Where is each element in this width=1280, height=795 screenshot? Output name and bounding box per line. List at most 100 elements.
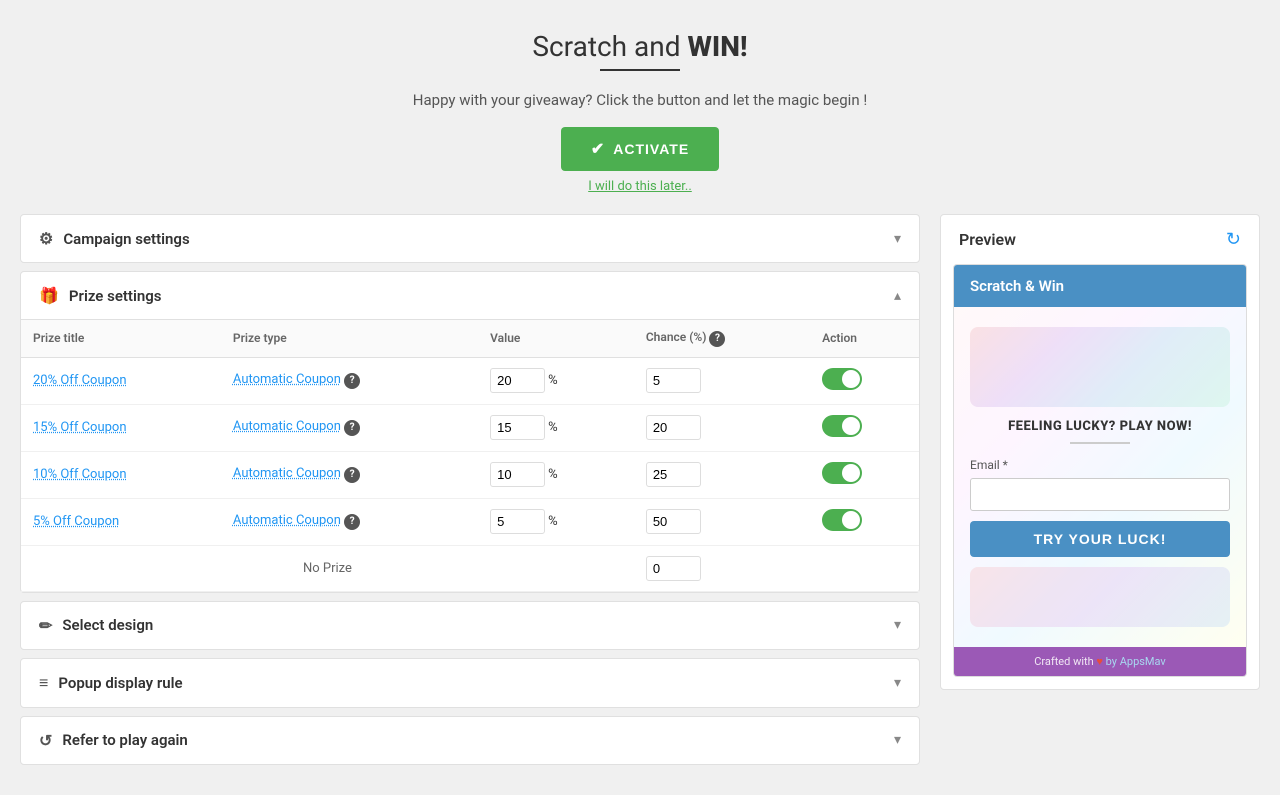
prize-value-input[interactable] bbox=[490, 368, 545, 393]
prize-title-cell: 5% Off Coupon bbox=[21, 498, 221, 545]
prize-type-cell: Automatic Coupon ? bbox=[221, 357, 478, 404]
prize-chance-input[interactable] bbox=[646, 415, 701, 440]
widget-feeling-text: FEELING LUCKY? PLAY NOW! bbox=[970, 419, 1230, 434]
campaign-settings-header[interactable]: ⚙ Campaign settings ▾ bbox=[21, 215, 919, 262]
popup-display-rule-header[interactable]: ≡ Popup display rule ▾ bbox=[21, 659, 919, 707]
widget-try-button[interactable]: TRY YOUR LUCK! bbox=[970, 521, 1230, 557]
preview-widget: Scratch & Win FEELING LUCKY? PLAY NOW! E… bbox=[953, 264, 1247, 677]
select-design-title-group: ✏ Select design bbox=[39, 616, 153, 635]
no-prize-row: No Prize bbox=[21, 545, 919, 591]
preview-refresh-icon[interactable]: ↻ bbox=[1226, 229, 1241, 250]
prize-toggle[interactable] bbox=[822, 368, 862, 390]
campaign-settings-section: ⚙ Campaign settings ▾ bbox=[20, 214, 920, 263]
widget-footer-text: Crafted with bbox=[1034, 655, 1093, 668]
later-link[interactable]: I will do this later.. bbox=[20, 179, 1260, 194]
prize-title-link[interactable]: 5% Off Coupon bbox=[33, 514, 119, 529]
activate-button[interactable]: ✔ ACTIVATE bbox=[561, 127, 719, 171]
popup-display-title-group: ≡ Popup display rule bbox=[39, 673, 183, 693]
prize-type-link[interactable]: Automatic Coupon bbox=[233, 372, 341, 387]
select-design-label: Select design bbox=[62, 616, 153, 634]
prize-settings-title-group: 🎁 Prize settings bbox=[39, 286, 162, 305]
refer-title-group: ↺ Refer to play again bbox=[39, 731, 188, 750]
percent-sign: % bbox=[548, 467, 558, 482]
prize-chance-input[interactable] bbox=[646, 509, 701, 534]
col-prize-type: Prize type bbox=[221, 320, 478, 358]
widget-scratch-area-top bbox=[970, 327, 1230, 407]
select-design-section: ✏ Select design ▾ bbox=[20, 601, 920, 650]
prize-value-input[interactable] bbox=[490, 415, 545, 440]
prize-title-link[interactable]: 10% Off Coupon bbox=[33, 467, 127, 482]
left-panel: ⚙ Campaign settings ▾ 🎁 Prize settings ▴ bbox=[20, 214, 920, 765]
refer-to-play-again-header[interactable]: ↺ Refer to play again ▾ bbox=[21, 717, 919, 764]
prize-type-link[interactable]: Automatic Coupon bbox=[233, 466, 341, 481]
refresh-circle-icon: ↺ bbox=[39, 731, 52, 750]
prize-value-cell: % bbox=[478, 404, 634, 451]
title-bold: WIN! bbox=[687, 30, 747, 63]
page-header: Scratch and WIN! Happy with your giveawa… bbox=[20, 30, 1260, 194]
prize-settings-label: Prize settings bbox=[69, 287, 162, 305]
prize-title-cell: 15% Off Coupon bbox=[21, 404, 221, 451]
popup-display-label: Popup display rule bbox=[58, 674, 182, 692]
prize-type-info-icon[interactable]: ? bbox=[344, 514, 360, 530]
sliders-icon: ≡ bbox=[39, 673, 48, 693]
prize-table-row: 5% Off Coupon Automatic Coupon ? % bbox=[21, 498, 919, 545]
header-subtitle: Happy with your giveaway? Click the butt… bbox=[20, 91, 1260, 109]
prize-title-cell: 20% Off Coupon bbox=[21, 357, 221, 404]
prize-toggle[interactable] bbox=[822, 462, 862, 484]
prize-value-input[interactable] bbox=[490, 509, 545, 534]
chance-info-icon[interactable]: ? bbox=[709, 331, 725, 347]
col-prize-title: Prize title bbox=[21, 320, 221, 358]
prize-title-link[interactable]: 15% Off Coupon bbox=[33, 420, 127, 435]
check-icon: ✔ bbox=[591, 139, 605, 159]
preview-title: Preview bbox=[959, 230, 1016, 249]
percent-sign: % bbox=[548, 373, 558, 388]
prize-value-input[interactable] bbox=[490, 462, 545, 487]
no-prize-action-cell bbox=[810, 545, 919, 591]
activate-label: ACTIVATE bbox=[613, 141, 689, 157]
prize-type-info-icon[interactable]: ? bbox=[344, 467, 360, 483]
preview-card: Preview ↻ Scratch & Win FEELING LUCKY? P… bbox=[940, 214, 1260, 690]
prize-value-cell: % bbox=[478, 498, 634, 545]
col-action: Action bbox=[810, 320, 919, 358]
prize-type-info-icon[interactable]: ? bbox=[344, 420, 360, 436]
prize-table-row: 15% Off Coupon Automatic Coupon ? % bbox=[21, 404, 919, 451]
prize-table-row: 10% Off Coupon Automatic Coupon ? % bbox=[21, 451, 919, 498]
gift-icon: 🎁 bbox=[39, 286, 59, 305]
prize-title-link[interactable]: 20% Off Coupon bbox=[33, 373, 127, 388]
widget-email-label: Email * bbox=[970, 458, 1230, 472]
prize-chance-input[interactable] bbox=[646, 462, 701, 487]
prize-settings-header[interactable]: 🎁 Prize settings ▴ bbox=[21, 272, 919, 319]
preview-header: Preview ↻ bbox=[941, 215, 1259, 264]
widget-email-input[interactable] bbox=[970, 478, 1230, 511]
no-prize-value-cell bbox=[634, 545, 810, 591]
select-design-header[interactable]: ✏ Select design ▾ bbox=[21, 602, 919, 649]
prize-value-cell: % bbox=[478, 357, 634, 404]
prize-chance-cell bbox=[634, 404, 810, 451]
prize-chance-input[interactable] bbox=[646, 368, 701, 393]
prize-type-link[interactable]: Automatic Coupon bbox=[233, 513, 341, 528]
prize-toggle[interactable] bbox=[822, 509, 862, 531]
heart-icon: ♥ bbox=[1096, 655, 1105, 668]
widget-brand: by AppsMav bbox=[1106, 655, 1166, 668]
widget-body: FEELING LUCKY? PLAY NOW! Email * TRY YOU… bbox=[954, 307, 1246, 647]
campaign-settings-chevron-icon: ▾ bbox=[894, 231, 901, 247]
prize-settings-chevron-icon: ▴ bbox=[894, 288, 901, 304]
prize-action-cell bbox=[810, 357, 919, 404]
prize-settings-section: 🎁 Prize settings ▴ Prize title Prize typ… bbox=[20, 271, 920, 593]
refer-to-play-again-section: ↺ Refer to play again ▾ bbox=[20, 716, 920, 765]
prize-type-link[interactable]: Automatic Coupon bbox=[233, 419, 341, 434]
widget-scratch-area-bottom bbox=[970, 567, 1230, 627]
popup-display-rule-section: ≡ Popup display rule ▾ bbox=[20, 658, 920, 708]
prize-toggle[interactable] bbox=[822, 415, 862, 437]
title-normal: Scratch and bbox=[532, 30, 687, 63]
widget-footer: Crafted with ♥ by AppsMav bbox=[954, 647, 1246, 676]
prize-chance-cell bbox=[634, 357, 810, 404]
prize-type-info-icon[interactable]: ? bbox=[344, 373, 360, 389]
no-prize-value-input[interactable] bbox=[646, 556, 701, 581]
campaign-settings-label: Campaign settings bbox=[63, 230, 189, 248]
main-layout: ⚙ Campaign settings ▾ 🎁 Prize settings ▴ bbox=[20, 214, 1260, 765]
refer-label: Refer to play again bbox=[62, 731, 187, 749]
widget-divider bbox=[1070, 442, 1130, 444]
percent-sign: % bbox=[548, 420, 558, 435]
select-design-chevron-icon: ▾ bbox=[894, 617, 901, 633]
